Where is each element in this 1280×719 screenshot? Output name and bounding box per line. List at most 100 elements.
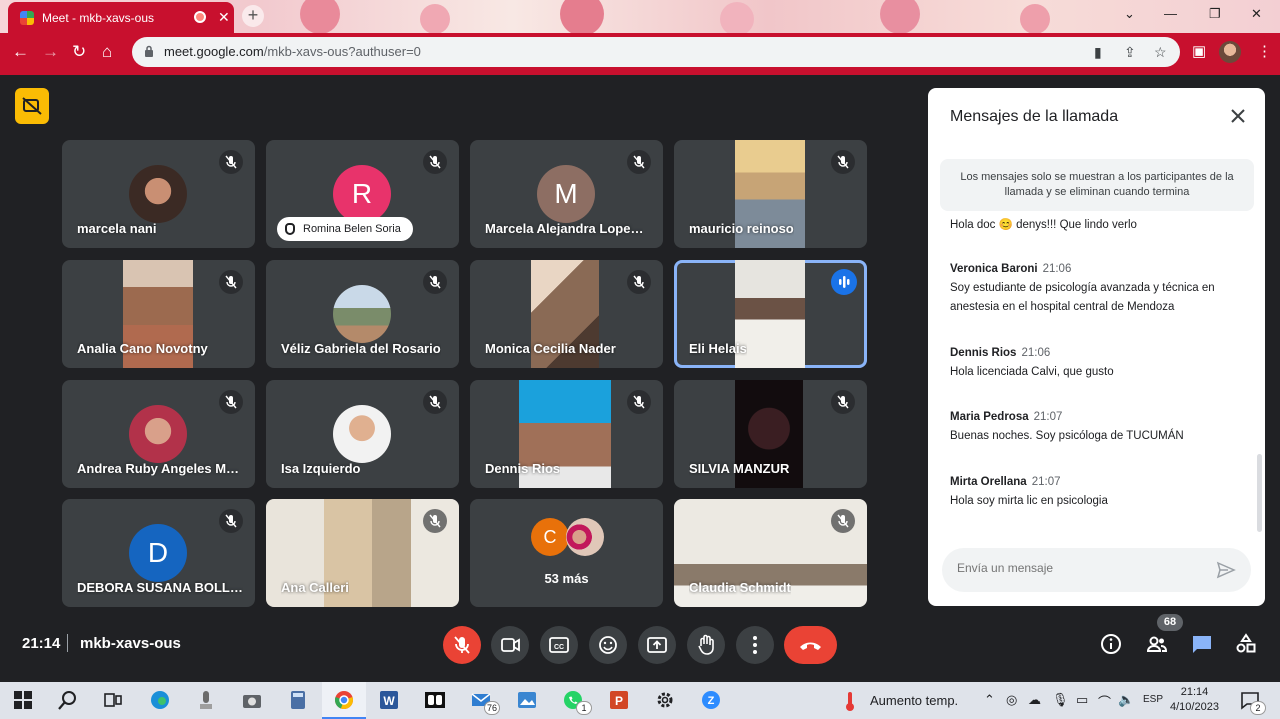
chrome-taskbar-item[interactable] [322, 682, 366, 719]
participant-tile[interactable]: SILVIA MANZUR [674, 380, 867, 488]
camera-permission-icon[interactable]: ▮ [1094, 44, 1102, 61]
emoji-icon [599, 636, 617, 654]
people-icon[interactable] [1145, 632, 1169, 656]
message-time: 21:07 [1031, 476, 1061, 488]
participant-tile[interactable]: Monica Cecilia Nader [470, 260, 663, 368]
notification-count-badge: 2 [1250, 701, 1266, 715]
task-view-icon[interactable] [102, 689, 124, 711]
flower-decoration [880, 0, 920, 34]
edge-browser-icon[interactable] [149, 689, 171, 711]
message-text: Hola soy mirta lic en psicologia [950, 495, 1108, 507]
close-tab-icon[interactable]: ✕ [218, 9, 230, 26]
present-screen-button[interactable] [638, 626, 676, 664]
participant-tile[interactable]: mauricio reinoso [674, 140, 867, 248]
side-panel-icon[interactable]: ▣ [1192, 42, 1206, 60]
hand-icon [698, 634, 714, 655]
raise-hand-button[interactable] [687, 626, 725, 664]
back-arrow-icon[interactable]: ← [12, 42, 29, 62]
camera-app-icon[interactable] [241, 689, 263, 711]
recording-indicator-icon [194, 11, 206, 23]
message-input[interactable] [957, 561, 1207, 575]
share-icon[interactable]: ⇪ [1124, 44, 1136, 61]
reload-icon[interactable]: ↻ [72, 42, 86, 62]
powerpoint-icon[interactable]: P [608, 689, 630, 711]
info-icon[interactable] [1099, 632, 1123, 656]
participant-tile[interactable]: Isa Izquierdo [266, 380, 459, 488]
weather-text[interactable]: Aumento temp. [870, 693, 958, 708]
no-camera-indicator-icon[interactable] [15, 88, 49, 124]
more-participants-tile[interactable]: C 53 más [470, 499, 663, 607]
meet-tray-icon[interactable]: ◎ [1006, 692, 1017, 708]
participant-tile-speaking[interactable]: Eli Helais [674, 260, 867, 368]
profile-avatar[interactable] [1219, 41, 1241, 63]
wifi-icon[interactable]: ⌒ [1098, 692, 1111, 711]
activities-icon[interactable] [1234, 632, 1258, 656]
mic-toggle-button[interactable] [443, 626, 481, 664]
mic-off-icon [454, 636, 470, 654]
zoom-icon[interactable]: Z [700, 689, 722, 711]
participant-tile[interactable]: Dennis Rios [470, 380, 663, 488]
participant-tile[interactable]: marcela nani [62, 140, 255, 248]
mic-muted-icon [219, 509, 243, 533]
mic-muted-icon [423, 150, 447, 174]
windows-start-icon[interactable] [12, 689, 34, 711]
participant-tile[interactable]: M Marcela Alejandra Lope… [470, 140, 663, 248]
participant-tile[interactable]: Véliz Gabriela del Rosario [266, 260, 459, 368]
participant-tile[interactable]: Claudia Schmidt [674, 499, 867, 607]
captions-button[interactable]: CC [540, 626, 578, 664]
calculator-icon[interactable] [287, 689, 309, 711]
avatar [129, 165, 187, 223]
menu-dots-icon[interactable]: ⋮ [1257, 42, 1272, 60]
chat-input-box[interactable] [942, 548, 1251, 592]
cloud-icon[interactable]: ☁ [1028, 692, 1041, 708]
chat-scrollbar[interactable] [1257, 454, 1262, 532]
chat-icon[interactable] [1190, 632, 1214, 656]
send-icon[interactable] [1216, 560, 1236, 580]
video-camera-icon [501, 638, 520, 652]
minimize-window-icon[interactable]: — [1164, 6, 1177, 21]
camera-toggle-button[interactable] [491, 626, 529, 664]
battery-icon[interactable]: ▭ [1076, 692, 1088, 708]
reactions-button[interactable] [589, 626, 627, 664]
volume-icon[interactable]: 🔈 [1118, 692, 1134, 708]
settings-gear-icon[interactable] [654, 689, 676, 711]
voice-recorder-icon[interactable] [195, 689, 217, 711]
participant-name: SILVIA MANZUR [689, 461, 790, 476]
participant-tile[interactable]: Analia Cano Novotny [62, 260, 255, 368]
message-time: 21:07 [1033, 411, 1063, 423]
dolby-icon[interactable] [424, 689, 446, 711]
taskbar-clock[interactable]: 21:14 4/10/2023 [1170, 685, 1219, 715]
hang-up-icon [800, 642, 821, 650]
home-icon[interactable]: ⌂ [102, 42, 112, 62]
more-participants-label: 53 más [544, 571, 589, 586]
tab-search-icon[interactable]: ⌄ [1124, 6, 1135, 22]
restore-window-icon[interactable]: ❐ [1209, 6, 1221, 22]
avatar [129, 405, 187, 463]
browser-tab-meet[interactable]: Meet - mkb-xavs-ous ✕ [8, 2, 234, 33]
search-icon[interactable] [57, 689, 79, 711]
photos-icon[interactable] [516, 689, 538, 711]
word-icon[interactable]: W [378, 689, 400, 711]
participant-tile[interactable]: Ana Calleri [266, 499, 459, 607]
chevron-up-icon[interactable]: ⌃ [984, 692, 995, 708]
participant-tile[interactable]: R Romina Belen Soria [266, 140, 459, 248]
close-icon[interactable] [1226, 104, 1250, 128]
close-window-icon[interactable]: ✕ [1251, 6, 1262, 22]
participant-name: mauricio reinoso [689, 221, 794, 236]
new-tab-button[interactable]: + [242, 5, 264, 27]
lock-icon [145, 45, 153, 57]
participant-tile[interactable]: Andrea Ruby Angeles M… [62, 380, 255, 488]
address-bar[interactable]: meet.google.com/mkb-xavs-ous?authuser=0 … [132, 37, 1180, 67]
mic-muted-icon [831, 390, 855, 414]
microphone-icon[interactable]: 🎙 [1052, 692, 1069, 708]
leave-call-button[interactable] [784, 626, 837, 664]
present-icon [647, 637, 667, 653]
bookmark-star-icon[interactable]: ☆ [1154, 44, 1167, 61]
tab-title: Meet - mkb-xavs-ous [42, 10, 155, 25]
forward-arrow-icon[interactable]: → [42, 42, 59, 62]
language-indicator[interactable]: ESP [1143, 694, 1163, 705]
more-options-button[interactable] [736, 626, 774, 664]
participant-name: Eli Helais [689, 341, 747, 356]
participant-tile[interactable]: D DEBORA SUSANA BOLL… [62, 499, 255, 607]
whatsapp-count-badge: 1 [576, 701, 592, 715]
